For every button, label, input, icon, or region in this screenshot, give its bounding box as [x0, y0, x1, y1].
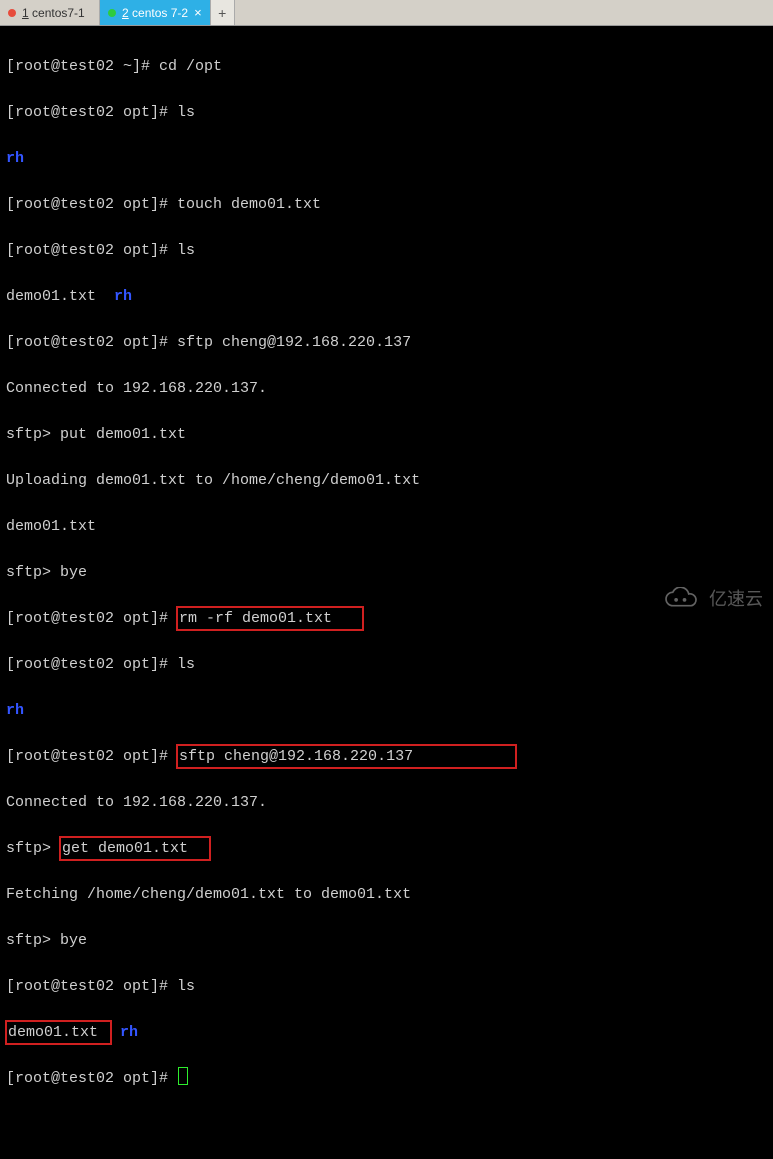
terminal-line: demo01.txt rh — [6, 285, 767, 308]
sftp-prompt: sftp> — [6, 426, 60, 443]
terminal-line: sftp> bye — [6, 561, 767, 584]
tab-hotkey: 1 — [22, 6, 29, 20]
terminal-line: [root@test02 ~]# cd /opt — [6, 55, 767, 78]
cmd: touch demo01.txt — [177, 196, 321, 213]
cmd: get demo01.txt — [62, 840, 188, 857]
file: demo01.txt — [8, 1024, 107, 1041]
tab-label: centos7-1 — [32, 6, 85, 20]
terminal-line: Connected to 192.168.220.137. — [6, 791, 767, 814]
tab-bar: 1 centos7-1 2 centos 7-2 × + — [0, 0, 773, 26]
sftp-prompt: sftp> — [6, 840, 60, 857]
highlight-box: sftp cheng@192.168.220.137 — [177, 745, 516, 768]
status-dot-icon — [8, 9, 16, 17]
dir-rh: rh — [114, 288, 132, 305]
terminal-line: [root@test02 opt]# ls — [6, 101, 767, 124]
sftp-prompt: sftp> — [6, 932, 60, 949]
output: demo01.txt — [6, 518, 96, 535]
prompt: [root@test02 opt]# — [6, 334, 177, 351]
cmd: put demo01.txt — [60, 426, 186, 443]
cmd: cd /opt — [159, 58, 222, 75]
prompt: [root@test02 opt]# — [6, 748, 177, 765]
prompt: [root@test02 opt]# — [6, 242, 177, 259]
terminal-line: Uploading demo01.txt to /home/cheng/demo… — [6, 469, 767, 492]
dir-rh: rh — [120, 1024, 138, 1041]
terminal-line: sftp> bye — [6, 929, 767, 952]
file: demo01.txt — [6, 288, 96, 305]
prompt: [root@test02 opt]# — [6, 196, 177, 213]
tab-hotkey: 2 — [122, 6, 129, 20]
terminal-line: Connected to 192.168.220.137. — [6, 377, 767, 400]
output: Uploading demo01.txt to /home/cheng/demo… — [6, 472, 420, 489]
terminal-line: [root@test02 opt]# ls — [6, 975, 767, 998]
terminal-line: [root@test02 opt]# sftp cheng@192.168.22… — [6, 745, 767, 768]
tab-centos7-2[interactable]: 2 centos 7-2 × — [100, 0, 211, 25]
terminal-line: [root@test02 opt]# ls — [6, 653, 767, 676]
terminal-line: rh — [6, 699, 767, 722]
tab-close-icon[interactable]: × — [194, 6, 202, 19]
cmd: sftp cheng@192.168.220.137 — [179, 748, 413, 765]
dir-rh: rh — [6, 702, 24, 719]
highlight-box: get demo01.txt — [60, 837, 210, 860]
cmd: bye — [60, 932, 87, 949]
terminal-line: [root@test02 opt]# rm -rf demo01.txt — [6, 607, 767, 630]
terminal-line: Fetching /home/cheng/demo01.txt to demo0… — [6, 883, 767, 906]
cursor-icon — [179, 1068, 187, 1084]
terminal-line: demo01.txt rh — [6, 1021, 767, 1044]
prompt: [root@test02 opt]# — [6, 656, 177, 673]
dir-rh: rh — [6, 150, 24, 167]
output: Fetching /home/cheng/demo01.txt to demo0… — [6, 886, 411, 903]
terminal-line: [root@test02 opt]# ls — [6, 239, 767, 262]
cmd: sftp cheng@192.168.220.137 — [177, 334, 411, 351]
terminal[interactable]: [root@test02 ~]# cd /opt [root@test02 op… — [0, 26, 773, 617]
status-dot-icon — [108, 9, 116, 17]
output: Connected to 192.168.220.137. — [6, 794, 267, 811]
prompt: [root@test02 opt]# — [6, 610, 177, 627]
cmd: bye — [60, 564, 87, 581]
prompt: [root@test02 opt]# — [6, 978, 177, 995]
terminal-line: [root@test02 opt]# touch demo01.txt — [6, 193, 767, 216]
sftp-prompt: sftp> — [6, 564, 60, 581]
prompt: [root@test02 ~]# — [6, 58, 159, 75]
cmd: rm -rf demo01.txt — [179, 610, 332, 627]
prompt: [root@test02 opt]# — [6, 1070, 177, 1087]
terminal-line: [root@test02 opt]# — [6, 1067, 767, 1090]
highlight-box: demo01.txt — [6, 1021, 111, 1044]
terminal-line: rh — [6, 147, 767, 170]
tab-centos7-1[interactable]: 1 centos7-1 — [0, 0, 100, 25]
terminal-line: demo01.txt — [6, 515, 767, 538]
tab-label: centos 7-2 — [132, 6, 188, 20]
tab-add-button[interactable]: + — [211, 0, 235, 25]
output: Connected to 192.168.220.137. — [6, 380, 267, 397]
terminal-line: sftp> put demo01.txt — [6, 423, 767, 446]
terminal-line: sftp> get demo01.txt — [6, 837, 767, 860]
cmd: ls — [177, 104, 195, 121]
highlight-box: rm -rf demo01.txt — [177, 607, 363, 630]
cmd: ls — [177, 656, 195, 673]
terminal-line: [root@test02 opt]# sftp cheng@192.168.22… — [6, 331, 767, 354]
cmd: ls — [177, 242, 195, 259]
cmd: ls — [177, 978, 195, 995]
prompt: [root@test02 opt]# — [6, 104, 177, 121]
